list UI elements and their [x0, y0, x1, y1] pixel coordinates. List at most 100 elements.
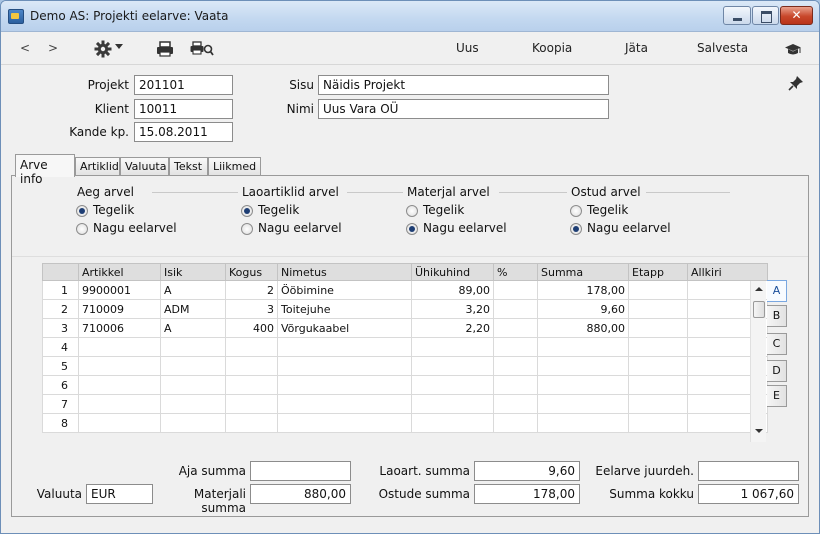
close-button[interactable]: ✕	[780, 6, 813, 25]
print-preview-icon[interactable]	[190, 41, 214, 57]
cell-isik[interactable]	[160, 337, 226, 357]
time-sum-field[interactable]	[250, 461, 351, 481]
cell-artikkel[interactable]: 710009	[78, 299, 161, 319]
scroll-down-icon[interactable]	[755, 429, 763, 433]
cell-uhikuhind[interactable]: 3,20	[411, 299, 494, 319]
side-tab-c[interactable]: C	[767, 333, 787, 355]
cell-percent[interactable]	[493, 356, 538, 376]
cell-uhikuhind[interactable]	[411, 375, 494, 395]
tab-arve-info[interactable]: Arve info	[15, 154, 75, 186]
scroll-up-icon[interactable]	[755, 287, 763, 291]
cell-etapp[interactable]	[628, 413, 688, 433]
cell-uhikuhind[interactable]	[411, 337, 494, 357]
cell-kogus[interactable]	[225, 337, 278, 357]
radio-material-budget[interactable]: Nagu eelarvel	[406, 221, 536, 237]
cell-nimetus[interactable]	[277, 337, 412, 357]
new-button[interactable]: Uus	[456, 41, 479, 55]
minimize-button[interactable]	[723, 6, 751, 25]
grid-scrollbar[interactable]	[750, 281, 766, 442]
client-field[interactable]: 10011	[134, 99, 233, 119]
cell-kogus[interactable]	[225, 375, 278, 395]
radio-button[interactable]	[76, 223, 88, 235]
project-field[interactable]: 201101	[134, 75, 233, 95]
stock-sum-field[interactable]: 9,60	[474, 461, 580, 481]
cell-percent[interactable]	[493, 337, 538, 357]
cell-etapp[interactable]	[628, 375, 688, 395]
cell-uhikuhind[interactable]	[411, 356, 494, 376]
cell-summa[interactable]: 9,60	[537, 299, 629, 319]
radio-button[interactable]	[406, 223, 418, 235]
cell-artikkel[interactable]: 9900001	[78, 280, 161, 300]
radio-stock-budget[interactable]: Nagu eelarvel	[241, 221, 371, 237]
radio-button[interactable]	[241, 223, 253, 235]
cell-nimetus[interactable]	[277, 356, 412, 376]
cell-artikkel[interactable]: 710006	[78, 318, 161, 338]
budget-markup-field[interactable]	[698, 461, 799, 481]
cell-artikkel[interactable]	[78, 413, 161, 433]
cell-etapp[interactable]	[628, 299, 688, 319]
cell-isik[interactable]	[160, 356, 226, 376]
cell-artikkel[interactable]	[78, 337, 161, 357]
tab-liikmed[interactable]: Liikmed	[208, 157, 261, 176]
purchases-sum-field[interactable]: 178,00	[474, 484, 580, 504]
cell-uhikuhind[interactable]: 89,00	[411, 280, 494, 300]
cell-uhikuhind[interactable]	[411, 394, 494, 414]
cell-summa[interactable]	[537, 375, 629, 395]
cell-kogus[interactable]: 400	[225, 318, 278, 338]
cell-kogus[interactable]	[225, 413, 278, 433]
name-field[interactable]: Uus Vara OÜ	[318, 99, 609, 119]
maximize-button[interactable]	[752, 6, 779, 25]
cell-nimetus[interactable]: Võrgukaabel	[277, 318, 412, 338]
cell-percent[interactable]	[493, 375, 538, 395]
save-button[interactable]: Salvesta	[697, 41, 748, 55]
cell-artikkel[interactable]	[78, 375, 161, 395]
radio-material-actual[interactable]: Tegelik	[406, 203, 536, 219]
radio-button[interactable]	[241, 205, 253, 217]
content-field[interactable]: Näidis Projekt	[318, 75, 609, 95]
cell-percent[interactable]	[493, 280, 538, 300]
radio-button[interactable]	[76, 205, 88, 217]
radio-stock-actual[interactable]: Tegelik	[241, 203, 371, 219]
cell-isik[interactable]	[160, 375, 226, 395]
cell-artikkel[interactable]	[78, 356, 161, 376]
radio-purchases-actual[interactable]: Tegelik	[570, 203, 700, 219]
radio-button[interactable]	[570, 223, 582, 235]
column-header-nimetus[interactable]: Nimetus	[277, 263, 412, 281]
column-header-summa[interactable]: Summa	[537, 263, 629, 281]
cell-etapp[interactable]	[628, 280, 688, 300]
column-header-uhikuhind[interactable]: Ühikuhind	[411, 263, 494, 281]
cell-isik[interactable]: A	[160, 280, 226, 300]
cell-uhikuhind[interactable]: 2,20	[411, 318, 494, 338]
cell-percent[interactable]	[493, 394, 538, 414]
cell-nimetus[interactable]	[277, 394, 412, 414]
graduation-cap-icon[interactable]	[784, 43, 802, 56]
previous-record-button[interactable]: <	[20, 41, 30, 55]
radio-button[interactable]	[406, 205, 418, 217]
cell-etapp[interactable]	[628, 318, 688, 338]
radio-button[interactable]	[570, 205, 582, 217]
chevron-down-icon[interactable]	[115, 44, 123, 49]
cell-etapp[interactable]	[628, 356, 688, 376]
cell-summa[interactable]: 880,00	[537, 318, 629, 338]
trans-date-field[interactable]: 15.08.2011	[134, 122, 233, 142]
side-tab-d[interactable]: D	[767, 360, 787, 382]
column-header-artikkel[interactable]: Artikkel	[78, 263, 161, 281]
cell-percent[interactable]	[493, 413, 538, 433]
currency-field[interactable]: EUR	[86, 484, 153, 504]
column-header-percent[interactable]: %	[493, 263, 538, 281]
keep-button[interactable]: Jäta	[625, 41, 648, 55]
cell-kogus[interactable]: 2	[225, 280, 278, 300]
radio-time-actual[interactable]: Tegelik	[76, 203, 206, 219]
scroll-thumb[interactable]	[753, 301, 765, 318]
gear-icon[interactable]	[94, 40, 112, 58]
cell-nimetus[interactable]: Toitejuhe	[277, 299, 412, 319]
cell-etapp[interactable]	[628, 394, 688, 414]
side-tab-b[interactable]: B	[767, 305, 787, 327]
cell-summa[interactable]	[537, 337, 629, 357]
side-tab-a[interactable]: A	[767, 280, 787, 302]
radio-purchases-budget[interactable]: Nagu eelarvel	[570, 221, 700, 237]
cell-percent[interactable]	[493, 299, 538, 319]
column-header-allkiri[interactable]: Allkiri	[687, 263, 768, 281]
radio-time-budget[interactable]: Nagu eelarvel	[76, 221, 206, 237]
tab-artiklid[interactable]: Artiklid	[75, 157, 120, 176]
